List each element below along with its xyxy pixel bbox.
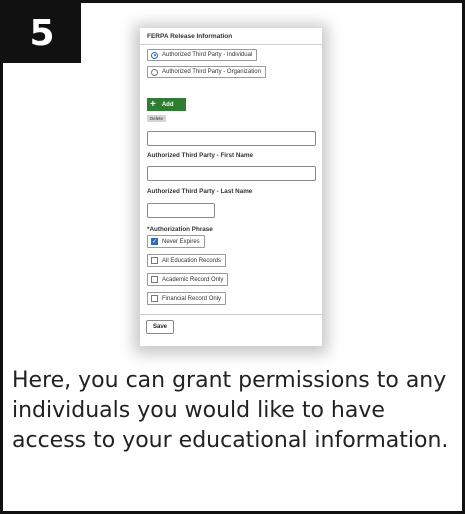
first-name-label: Authorized Third Party - First Name: [147, 152, 254, 159]
form-divider: [140, 314, 322, 315]
checkbox-financial-record-only[interactable]: Financial Record Only: [147, 292, 227, 305]
checkbox-label: Never Expires: [162, 238, 200, 245]
first-name-input[interactable]: [147, 166, 316, 181]
radio-individual-label: Authorized Third Party - Individual: [162, 52, 253, 58]
checkbox-label: All Education Records: [162, 257, 222, 264]
instruction-card: 5 FERPA Release Information Authorized T…: [0, 0, 465, 514]
checkbox-never-expires[interactable]: ✓ Never Expires: [147, 235, 205, 248]
radio-selected-icon: [151, 51, 158, 59]
form-screenshot: FERPA Release Information Authorized Thi…: [140, 28, 322, 346]
section-title: FERPA Release Information: [147, 33, 233, 40]
authorization-phrase-label: *Authorization Phrase: [147, 226, 213, 233]
checkbox-label: Financial Record Only: [162, 295, 222, 302]
radio-organization-label: Authorized Third Party - Organization: [162, 69, 261, 75]
checkbox-unchecked-icon: [151, 257, 158, 264]
checkbox-checked-icon: ✓: [151, 238, 158, 245]
delete-button[interactable]: Delete: [147, 115, 167, 122]
checkbox-academic-record-only[interactable]: Academic Record Only: [147, 273, 229, 286]
plus-icon: +: [150, 98, 156, 110]
last-name-input[interactable]: [147, 203, 215, 218]
add-button-label: Add: [161, 101, 174, 108]
instruction-caption: Here, you can grant permissions to any i…: [12, 368, 449, 453]
radio-unselected-icon: [151, 68, 158, 76]
save-button[interactable]: Save: [146, 320, 174, 334]
third-party-input[interactable]: [147, 131, 316, 146]
radio-organization[interactable]: Authorized Third Party - Organization: [147, 66, 266, 78]
section-divider: [140, 44, 322, 45]
add-button[interactable]: + Add: [147, 98, 186, 111]
last-name-label: Authorized Third Party - Last Name: [147, 188, 253, 195]
checkbox-label: Academic Record Only: [162, 276, 224, 283]
checkbox-all-education-records[interactable]: All Education Records: [147, 254, 227, 267]
step-number-badge: 5: [3, 3, 81, 63]
checkbox-unchecked-icon: [151, 295, 158, 302]
radio-individual[interactable]: Authorized Third Party - Individual: [147, 49, 258, 61]
checkbox-unchecked-icon: [151, 276, 158, 283]
